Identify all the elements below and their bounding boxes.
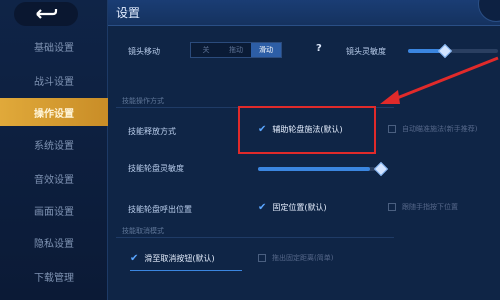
annotation-arrow-icon xyxy=(380,56,499,104)
wheel-sensitivity-slider[interactable] xyxy=(258,167,382,171)
close-button[interactable] xyxy=(478,0,500,22)
top-bar: 设置 xyxy=(108,0,500,26)
sidebar-item-battle[interactable]: 战斗设置 xyxy=(0,66,108,94)
camera-option-slide[interactable]: 滑动 xyxy=(251,43,281,57)
wheel-sensitivity-fill xyxy=(258,167,370,171)
checkbox-icon xyxy=(258,254,266,262)
back-button[interactable] xyxy=(14,2,78,26)
camera-move-segmented: 关 拖动 滑动 xyxy=(190,42,282,58)
camera-move-label: 镜头移动 xyxy=(128,47,160,56)
checkbox-icon xyxy=(388,125,396,133)
check-icon: ✔ xyxy=(130,252,139,264)
sidebar: 基础设置 战斗设置 操作设置 系统设置 音效设置 画面设置 隐私设置 下载管理 xyxy=(0,0,108,300)
wheel-position-option-follow[interactable]: 跟随手指按下位置 xyxy=(388,199,500,215)
sidebar-item-privacy[interactable]: 隐私设置 xyxy=(0,228,108,256)
skill-release-label: 技能释放方式 xyxy=(128,127,176,136)
sidebar-item-system[interactable]: 系统设置 xyxy=(0,130,108,158)
sidebar-item-basic[interactable]: 基础设置 xyxy=(0,32,108,60)
cancel-option-button[interactable]: ✔ 滑至取消按钮(默认) xyxy=(130,250,215,266)
page-title: 设置 xyxy=(116,6,141,20)
cancel-option-distance[interactable]: 拖出固定距离(简单) xyxy=(258,250,333,266)
skill-release-option-auto[interactable]: 自动瞄准施法(新手推荐) xyxy=(388,121,500,137)
sidebar-item-controls[interactable]: 操作设置 xyxy=(0,98,108,126)
cancel-underline xyxy=(130,270,242,271)
wheel-sensitivity-label: 技能轮盘灵敏度 xyxy=(128,164,184,173)
checkbox-icon xyxy=(388,203,396,211)
sidebar-item-sound[interactable]: 音效设置 xyxy=(0,164,108,192)
camera-option-off[interactable]: 关 xyxy=(191,43,221,57)
wheel-sensitivity-knob[interactable] xyxy=(373,161,389,177)
check-icon: ✔ xyxy=(258,201,267,213)
cancel-section-header: 技能取消模式 xyxy=(116,224,394,238)
back-arrow-icon xyxy=(36,9,58,19)
sidebar-item-downloads[interactable]: 下载管理 xyxy=(0,262,108,290)
camera-help-icon[interactable]: ? xyxy=(316,43,322,54)
sidebar-item-graphics[interactable]: 画面设置 xyxy=(0,196,108,224)
camera-sensitivity-slider[interactable] xyxy=(408,49,498,53)
wheel-position-option-fixed[interactable]: ✔ 固定位置(默认) xyxy=(258,199,327,215)
wheel-position-label: 技能轮盘呼出位置 xyxy=(128,205,192,214)
highlight-box xyxy=(238,106,376,154)
camera-option-drag[interactable]: 拖动 xyxy=(221,43,251,57)
